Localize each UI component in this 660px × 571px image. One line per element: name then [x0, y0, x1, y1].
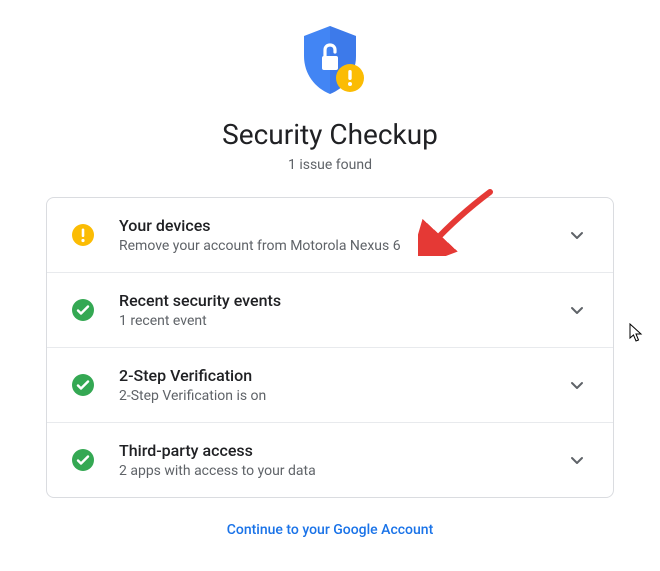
ok-status-icon [71, 298, 95, 322]
row-title: Third-party access [119, 441, 565, 460]
page-subtitle: 1 issue found [288, 157, 372, 173]
row-third-party-access[interactable]: Third-party access 2 apps with access to… [47, 423, 613, 497]
row-content: Third-party access 2 apps with access to… [119, 441, 565, 479]
page-title: Security Checkup [222, 118, 438, 151]
continue-link[interactable]: Continue to your Google Account [227, 522, 434, 538]
ok-status-icon [71, 448, 95, 472]
warning-status-icon [71, 223, 95, 247]
row-content: 2-Step Verification 2-Step Verification … [119, 366, 565, 404]
ok-status-icon [71, 373, 95, 397]
row-recent-security-events[interactable]: Recent security events 1 recent event [47, 273, 613, 348]
row-title: 2-Step Verification [119, 366, 565, 385]
row-subtitle: 2-Step Verification is on [119, 388, 565, 404]
chevron-down-icon [565, 448, 589, 472]
chevron-down-icon [565, 223, 589, 247]
chevron-down-icon [565, 373, 589, 397]
row-subtitle: Remove your account from Motorola Nexus … [119, 238, 565, 254]
security-checkup-container: Security Checkup 1 issue found Your devi… [0, 0, 660, 538]
row-your-devices[interactable]: Your devices Remove your account from Mo… [47, 198, 613, 273]
checkup-card: Your devices Remove your account from Mo… [46, 197, 614, 498]
row-subtitle: 1 recent event [119, 313, 565, 329]
row-2-step-verification[interactable]: 2-Step Verification 2-Step Verification … [47, 348, 613, 423]
row-title: Your devices [119, 216, 565, 235]
row-content: Your devices Remove your account from Mo… [119, 216, 565, 254]
chevron-down-icon [565, 298, 589, 322]
row-title: Recent security events [119, 291, 565, 310]
security-shield-icon [290, 20, 370, 100]
row-subtitle: 2 apps with access to your data [119, 463, 565, 479]
row-content: Recent security events 1 recent event [119, 291, 565, 329]
